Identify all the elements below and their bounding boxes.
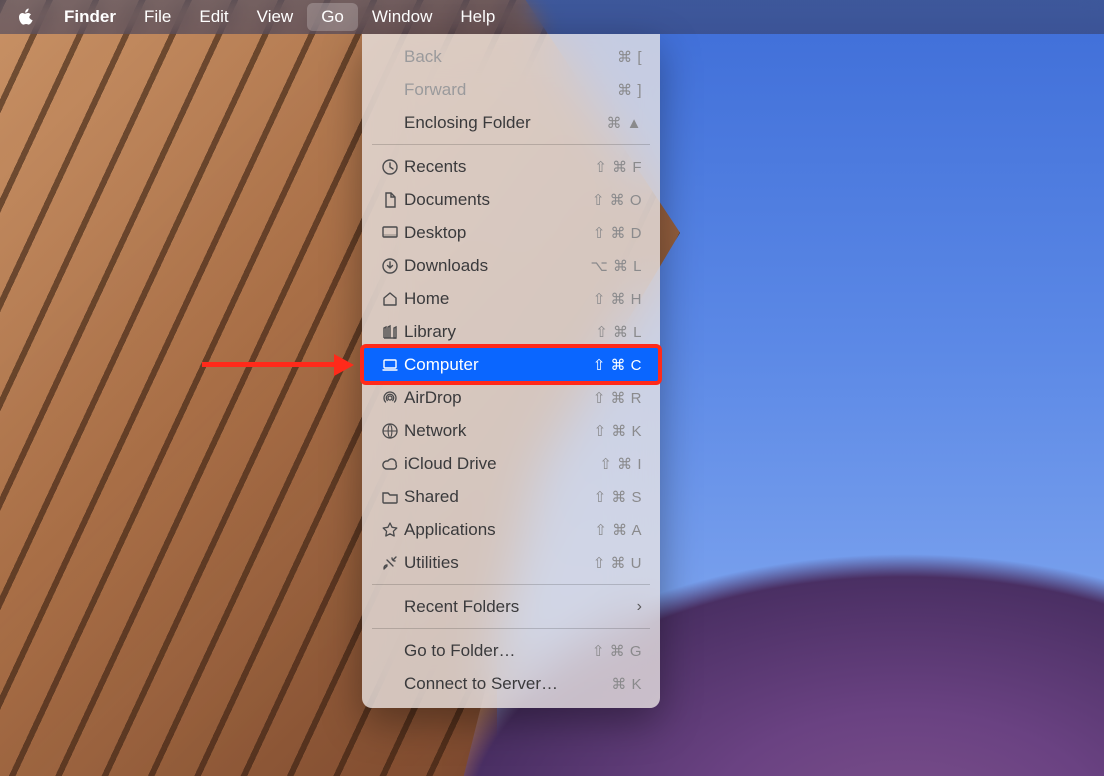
menu-item-shortcut: ⇧ ⌘ I [599, 455, 642, 473]
menubar-item-edit[interactable]: Edit [185, 3, 242, 31]
cloud-icon [376, 455, 404, 473]
go-menu-dropdown: Back⌘ [Forward⌘ ]Enclosing Folder⌘ ▲Rece… [362, 34, 660, 708]
menu-item-label: Shared [404, 487, 594, 507]
menu-item-shortcut: ⇧ ⌘ F [594, 158, 642, 176]
menu-item-label: Computer [404, 355, 593, 375]
desktop-icon [376, 224, 404, 242]
menubar: Finder FileEditViewGoWindowHelp [0, 0, 1104, 34]
menubar-item-help[interactable]: Help [446, 3, 509, 31]
menu-item-shortcut: ⇧ ⌘ L [595, 323, 642, 341]
menu-item-forward: Forward⌘ ] [362, 73, 660, 106]
menu-item-label: Library [404, 322, 595, 342]
menu-item-shortcut: ⇧ ⌘ R [593, 389, 642, 407]
menu-item-shortcut: ⇧ ⌘ A [594, 521, 642, 539]
menu-item-label: Home [404, 289, 593, 309]
menu-item-shortcut: ⇧ ⌘ G [592, 642, 642, 660]
menubar-item-file[interactable]: File [130, 3, 185, 31]
home-icon [376, 290, 404, 308]
menu-item-recents[interactable]: Recents⇧ ⌘ F [362, 150, 660, 183]
menu-item-applications[interactable]: Applications⇧ ⌘ A [362, 513, 660, 546]
menu-item-shortcut: ⇧ ⌘ C [593, 356, 642, 374]
menubar-item-view[interactable]: View [243, 3, 308, 31]
menu-item-downloads[interactable]: Downloads⌥ ⌘ L [362, 249, 660, 282]
menu-item-label: AirDrop [404, 388, 593, 408]
menubar-item-window[interactable]: Window [358, 3, 446, 31]
menu-item-label: Downloads [404, 256, 591, 276]
computer-icon [376, 356, 404, 374]
menu-item-label: Recent Folders [404, 597, 637, 617]
menu-item-shortcut: ⇧ ⌘ D [593, 224, 642, 242]
menu-item-label: Forward [404, 80, 617, 100]
menu-item-shortcut: ⇧ ⌘ U [593, 554, 642, 572]
menu-item-computer[interactable]: Computer⇧ ⌘ C [362, 348, 660, 381]
apple-menu-icon[interactable] [18, 7, 38, 27]
menu-item-label: Back [404, 47, 617, 67]
menu-item-enclosing[interactable]: Enclosing Folder⌘ ▲ [362, 106, 660, 139]
menu-item-network[interactable]: Network⇧ ⌘ K [362, 414, 660, 447]
menu-item-recent-folders[interactable]: Recent Folders› [362, 590, 660, 623]
menu-item-shortcut: ⇧ ⌘ H [593, 290, 642, 308]
menu-separator [372, 628, 650, 629]
menu-item-label: Network [404, 421, 594, 441]
menu-item-icloud[interactable]: iCloud Drive⇧ ⌘ I [362, 447, 660, 480]
menu-separator [372, 144, 650, 145]
menu-item-label: Desktop [404, 223, 593, 243]
menu-item-shared[interactable]: Shared⇧ ⌘ S [362, 480, 660, 513]
menu-item-label: Connect to Server… [404, 674, 611, 694]
downloads-icon [376, 257, 404, 275]
menu-item-airdrop[interactable]: AirDrop⇧ ⌘ R [362, 381, 660, 414]
menu-item-shortcut: ⌘ K [611, 675, 642, 693]
menu-item-shortcut: ⌥ ⌘ L [591, 257, 642, 275]
menu-item-home[interactable]: Home⇧ ⌘ H [362, 282, 660, 315]
menu-item-label: Documents [404, 190, 592, 210]
menu-item-shortcut: ⌘ [ [617, 48, 642, 66]
menu-item-label: Recents [404, 157, 594, 177]
menu-item-library[interactable]: Library⇧ ⌘ L [362, 315, 660, 348]
menu-item-go-to-folder[interactable]: Go to Folder…⇧ ⌘ G [362, 634, 660, 667]
menu-item-utilities[interactable]: Utilities⇧ ⌘ U [362, 546, 660, 579]
menu-item-shortcut: ⌘ ▲ [606, 114, 642, 132]
menu-item-back: Back⌘ [ [362, 40, 660, 73]
menu-item-label: iCloud Drive [404, 454, 599, 474]
menu-item-label: Utilities [404, 553, 593, 573]
library-icon [376, 323, 404, 341]
applications-icon [376, 521, 404, 539]
menu-item-label: Applications [404, 520, 594, 540]
menubar-app-name[interactable]: Finder [50, 3, 130, 31]
document-icon [376, 191, 404, 209]
menu-item-shortcut: ⌘ ] [617, 81, 642, 99]
clock-icon [376, 158, 404, 176]
menu-item-desktop[interactable]: Desktop⇧ ⌘ D [362, 216, 660, 249]
menu-item-shortcut: ⇧ ⌘ O [592, 191, 642, 209]
folder-icon [376, 488, 404, 506]
utilities-icon [376, 554, 404, 572]
menubar-item-go[interactable]: Go [307, 3, 358, 31]
menu-item-label: Go to Folder… [404, 641, 592, 661]
menu-item-shortcut: ⇧ ⌘ S [594, 488, 642, 506]
menu-item-label: Enclosing Folder [404, 113, 606, 133]
menu-item-shortcut: ⇧ ⌘ K [594, 422, 642, 440]
chevron-right-icon: › [637, 598, 642, 616]
menu-item-connect-to-server[interactable]: Connect to Server…⌘ K [362, 667, 660, 700]
menu-separator [372, 584, 650, 585]
menu-item-documents[interactable]: Documents⇧ ⌘ O [362, 183, 660, 216]
airdrop-icon [376, 389, 404, 407]
network-icon [376, 422, 404, 440]
